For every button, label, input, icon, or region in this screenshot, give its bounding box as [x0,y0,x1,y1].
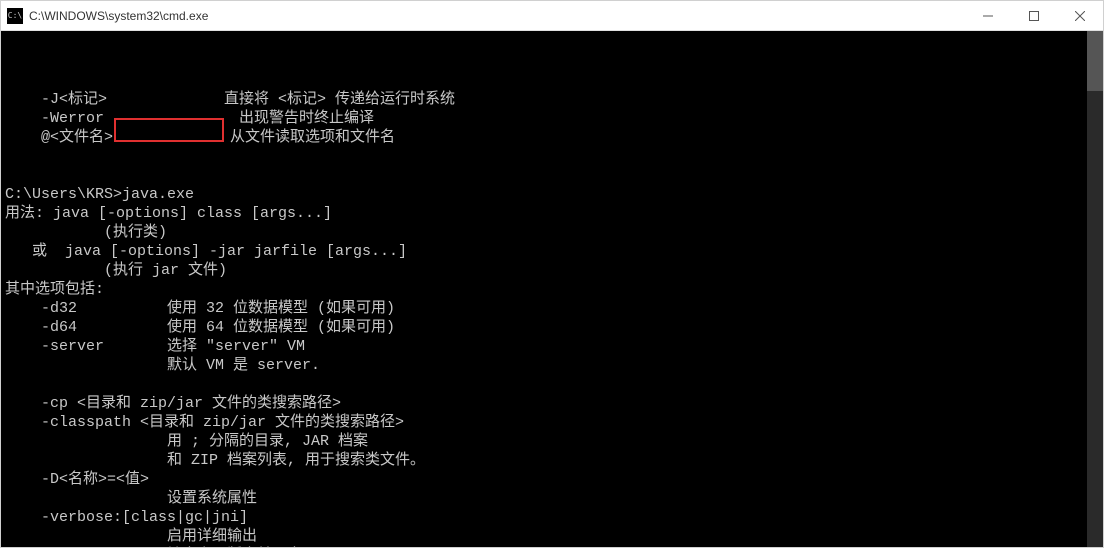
terminal-line: -d32 使用 32 位数据模型 (如果可用) [5,299,1099,318]
terminal-line: -J<标记> 直接将 <标记> 传递给运行时系统 [5,90,1099,109]
terminal-line: 启用详细输出 [5,527,1099,546]
terminal-line: 默认 VM 是 server. [5,356,1099,375]
terminal-line: 用 ; 分隔的目录, JAR 档案 [5,432,1099,451]
terminal-line: @<文件名> 从文件读取选项和文件名 [5,128,1099,147]
window-title: C:\WINDOWS\system32\cmd.exe [29,9,965,23]
minimize-icon [983,11,993,21]
terminal-line: -D<名称>=<值> [5,470,1099,489]
maximize-icon [1029,11,1039,21]
terminal-line: -cp <目录和 zip/jar 文件的类搜索路径> [5,394,1099,413]
terminal-line: (执行类) [5,223,1099,242]
terminal-line: -Werror 出现警告时终止编译 [5,109,1099,128]
terminal-output[interactable]: -J<标记> 直接将 <标记> 传递给运行时系统 -Werror 出现警告时终止… [1,31,1103,547]
titlebar[interactable]: C:\ C:\WINDOWS\system32\cmd.exe [1,1,1103,31]
terminal-line: 或 java [-options] -jar jarfile [args...] [5,242,1099,261]
terminal-line: 和 ZIP 档案列表, 用于搜索类文件。 [5,451,1099,470]
terminal-line [5,166,1099,185]
scrollbar[interactable] [1087,31,1103,547]
close-icon [1075,11,1085,21]
cmd-icon-text: C:\ [8,11,22,20]
terminal-line: C:\Users\KRS>java.exe [5,185,1099,204]
terminal-line [5,375,1099,394]
terminal-line [5,147,1099,166]
minimize-button[interactable] [965,1,1011,30]
terminal-line: -verbose:[class|gc|jni] [5,508,1099,527]
terminal-line: (执行 jar 文件) [5,261,1099,280]
terminal-line: 其中选项包括: [5,280,1099,299]
maximize-button[interactable] [1011,1,1057,30]
close-button[interactable] [1057,1,1103,30]
cmd-window: C:\ C:\WINDOWS\system32\cmd.exe -J<标记> 直… [0,0,1104,548]
cmd-icon: C:\ [7,8,23,24]
terminal-line: 设置系统属性 [5,489,1099,508]
window-controls [965,1,1103,30]
terminal-line: -classpath <目录和 zip/jar 文件的类搜索路径> [5,413,1099,432]
scrollbar-thumb[interactable] [1087,31,1103,91]
terminal-line: -version 输出产品版本并退出 [5,546,1099,547]
terminal-line: -d64 使用 64 位数据模型 (如果可用) [5,318,1099,337]
terminal-line: -server 选择 "server" VM [5,337,1099,356]
terminal-line: 用法: java [-options] class [args...] [5,204,1099,223]
